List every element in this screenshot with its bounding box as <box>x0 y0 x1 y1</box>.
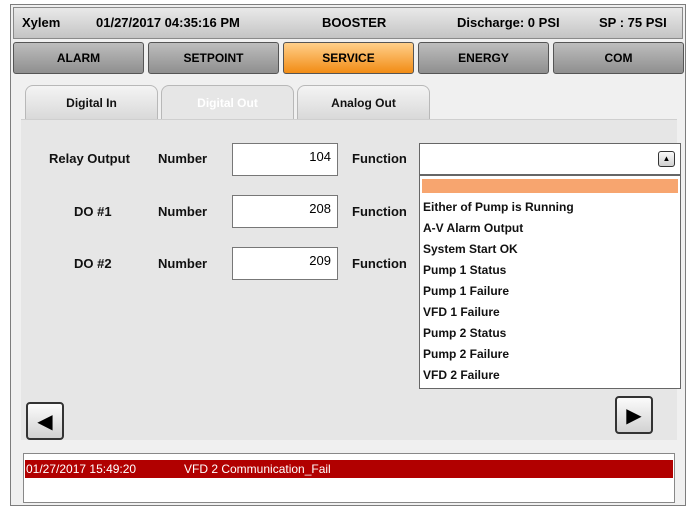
dropdown-option[interactable]: Either of Pump is Running <box>423 200 574 214</box>
status-header: Xylem 01/27/2017 04:35:16 PM BOOSTER Dis… <box>13 7 683 39</box>
function-label: Function <box>352 256 407 271</box>
number-label: Number <box>158 256 208 271</box>
function-label: Function <box>352 151 407 166</box>
next-page-button[interactable]: ▶ <box>615 396 653 434</box>
tab-service[interactable]: SERVICE <box>283 42 414 74</box>
alarm-row[interactable]: 01/27/2017 15:49:20 VFD 2 Communication_… <box>25 460 673 478</box>
dropdown-option[interactable]: VFD 2 Failure <box>423 368 500 382</box>
relay-output-number-field[interactable]: 104 <box>232 143 338 176</box>
dropdown-option[interactable]: Pump 1 Status <box>423 263 506 277</box>
dropdown-arrow-icon[interactable]: ▲ <box>658 151 675 167</box>
datetime-label: 01/27/2017 04:35:16 PM <box>96 15 240 30</box>
do2-label: DO #2 <box>74 256 112 271</box>
setpoint-readout: SP : 75 PSI <box>599 15 667 30</box>
dropdown-option[interactable]: Pump 2 Status <box>423 326 506 340</box>
function-label: Function <box>352 204 407 219</box>
dropdown-option[interactable]: VFD 1 Failure <box>423 305 500 319</box>
dropdown-option[interactable]: Pump 2 Failure <box>423 347 509 361</box>
tab-energy[interactable]: ENERGY <box>418 42 549 74</box>
number-label: Number <box>158 204 208 219</box>
alarm-message: VFD 2 Communication_Fail <box>184 462 331 476</box>
do1-label: DO #1 <box>74 204 112 219</box>
do1-number-field[interactable]: 208 <box>232 195 338 228</box>
tab-alarm[interactable]: ALARM <box>13 42 144 74</box>
brand-label: Xylem <box>22 15 61 30</box>
subtab-digital-out[interactable]: Digital Out <box>161 85 294 120</box>
left-triangle-icon: ◀ <box>37 410 53 433</box>
hmi-screen: Xylem 01/27/2017 04:35:16 PM BOOSTER Dis… <box>10 4 686 506</box>
function-select[interactable]: ▲ <box>419 143 681 175</box>
dropdown-option[interactable]: Pump 1 Failure <box>423 284 509 298</box>
previous-page-button[interactable]: ◀ <box>26 402 64 440</box>
alarm-log: 01/27/2017 15:49:20 VFD 2 Communication_… <box>23 453 675 503</box>
tab-setpoint[interactable]: SETPOINT <box>148 42 279 74</box>
dropdown-option-empty[interactable] <box>422 179 678 193</box>
do2-number-field[interactable]: 209 <box>232 247 338 280</box>
dropdown-option[interactable]: System Start OK <box>423 242 518 256</box>
number-label: Number <box>158 151 208 166</box>
alarm-timestamp: 01/27/2017 15:49:20 <box>26 462 137 476</box>
tab-com[interactable]: COM <box>553 42 684 74</box>
main-tab-bar: ALARM SETPOINT SERVICE ENERGY COM <box>13 42 684 74</box>
discharge-readout: Discharge: 0 PSI <box>457 15 560 30</box>
function-dropdown-list: Either of Pump is Running A-V Alarm Outp… <box>419 175 681 389</box>
subtab-analog-out[interactable]: Analog Out <box>297 85 430 120</box>
digital-out-panel: Relay Output Number 104 Function DO #1 N… <box>21 119 681 440</box>
relay-output-label: Relay Output <box>49 151 130 166</box>
subtab-digital-in[interactable]: Digital In <box>25 85 158 120</box>
right-triangle-icon: ▶ <box>626 404 642 427</box>
mode-label: BOOSTER <box>322 15 387 30</box>
dropdown-option[interactable]: A-V Alarm Output <box>423 221 523 235</box>
